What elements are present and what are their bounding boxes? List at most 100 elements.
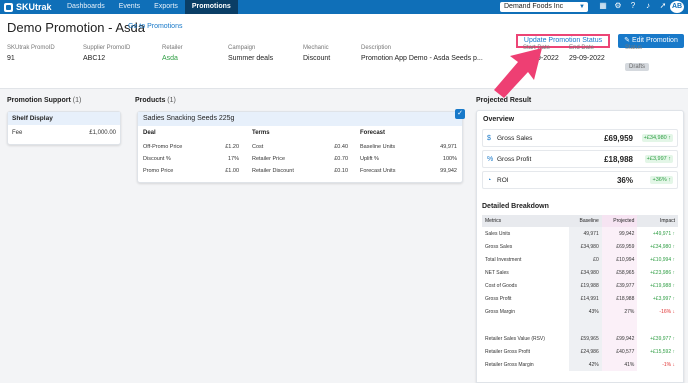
row-label: Uplift % xyxy=(360,156,379,162)
metric-cell: Retailer Gross Profit xyxy=(485,348,531,355)
nav-exports[interactable]: Exports xyxy=(147,0,185,14)
percent-icon: % xyxy=(487,155,494,163)
col-header-projected: Projected xyxy=(601,215,638,227)
row-label: Retailer Price xyxy=(252,156,286,162)
metric-cell: Sales Units xyxy=(485,230,511,237)
field-mechanic: Mechanic Discount xyxy=(303,45,330,62)
impact-value: +£34,980 xyxy=(650,243,672,250)
organisation-name: Demand Foods Inc xyxy=(504,3,564,10)
field-skutrak-promoid: SKUtrak PromoID 91 xyxy=(7,45,55,62)
bell-icon[interactable]: ♪ xyxy=(643,1,653,11)
impact-cell: +£34,980 ↑ xyxy=(637,240,678,253)
shelf-display-card[interactable]: Shelf Display Fee £1,000.00 xyxy=(7,111,121,145)
field-supplier-promoid: Supplier PromoID ABC12 xyxy=(83,45,130,62)
fee-label: Fee xyxy=(12,130,23,136)
field-end-date: End Date 29-09-2022 xyxy=(569,45,605,62)
arrow-up-icon: ↑ xyxy=(671,243,675,250)
row-value: £1.20 xyxy=(225,144,239,150)
field-value: Summer deals xyxy=(228,55,274,62)
nav-events[interactable]: Events xyxy=(112,0,147,14)
delta-value: +£34,980 xyxy=(643,135,667,141)
deal-row: Discount % 17% xyxy=(143,153,239,165)
table-row: Gross Profit £14,991 £18,988 +£3,997 ↑ xyxy=(482,292,678,305)
overview-value: £69,959 xyxy=(604,133,633,143)
settings-icon[interactable]: ⚙ xyxy=(613,1,623,11)
impact-cell xyxy=(637,318,678,332)
nav-dashboards[interactable]: Dashboards xyxy=(60,0,112,14)
field-label: SKUtrak PromoID xyxy=(7,45,55,51)
overview-delta-badge: +£34,980 ↑ xyxy=(641,134,673,142)
projected-cell: £39,977 xyxy=(601,279,638,292)
arrow-up-icon: ↑ xyxy=(671,348,675,355)
impact-value: +£23,986 xyxy=(650,269,672,276)
arrow-up-icon: ↑ xyxy=(668,177,671,183)
field-value: 91 xyxy=(7,55,15,62)
baseline-cell: £19,988 xyxy=(568,279,602,292)
organisation-select[interactable]: Demand Foods Inc ▼ xyxy=(500,2,588,12)
impact-cell: -16% ↓ xyxy=(637,305,678,318)
checkbox-checked-icon[interactable]: ✓ xyxy=(455,109,465,119)
table-row: Gross Sales £34,980 £69,959 +£34,980 ↑ xyxy=(482,240,678,253)
go-to-promotions-link[interactable]: Go to Promotions xyxy=(128,23,182,30)
grid-icon[interactable]: ▦ xyxy=(598,1,608,11)
terms-group: Terms Cost £0.40 Retailer Price £0.70 Reta… xyxy=(252,130,348,177)
product-card[interactable]: Sadies Snacking Seeds 225g ✓ Deal Off-Pr… xyxy=(137,109,465,183)
projected-cell: £69,959 xyxy=(601,240,638,253)
table-row: NET Sales £34,980 £58,965 +£23,986 ↑ xyxy=(482,266,678,279)
terms-row: Cost £0.40 xyxy=(252,141,348,153)
table-row: Retailer Sales Value (RSV) £59,965 £99,942… xyxy=(482,332,678,345)
row-value: 17% xyxy=(227,156,239,162)
arrow-up-icon: ↑ xyxy=(671,295,675,302)
baseline-cell xyxy=(568,318,602,332)
deal-heading: Deal xyxy=(143,130,156,136)
impact-cell: -1% ↓ xyxy=(637,358,678,371)
impact-cell: +£10,994 ↑ xyxy=(637,253,678,266)
row-label: Discount % xyxy=(143,156,171,162)
support-card-title: Shelf Display xyxy=(8,112,120,125)
overview-delta-badge: +36% ↑ xyxy=(650,176,673,184)
products-label: Products xyxy=(135,97,166,104)
col-header-metrics: Metrics xyxy=(482,215,569,227)
metric-cell: NET Sales xyxy=(485,269,509,276)
baseline-cell: £34,980 xyxy=(568,266,602,279)
field-label: Status xyxy=(625,45,643,51)
table-row: Retailer Gross Margin 42% 41% -1% ↓ xyxy=(482,358,678,371)
arrow-down-icon: ↓ xyxy=(671,361,675,368)
baseline-cell: 43% xyxy=(568,305,602,318)
impact-value: -16% xyxy=(659,308,672,315)
projected-result-title: Projected Result xyxy=(476,97,532,104)
promotion-support-count: (1) xyxy=(72,97,82,104)
product-name: Sadies Snacking Seeds 225g xyxy=(138,112,462,126)
table-header-row: Metrics Baseline Projected Impact xyxy=(482,215,678,227)
fee-row: Fee £1,000.00 xyxy=(8,125,120,141)
metric-cell: Cost of Goods xyxy=(485,282,517,289)
terms-row: Retailer Discount £0.10 xyxy=(252,165,348,177)
row-value: 99,942 xyxy=(440,168,457,174)
projected-cell: £58,965 xyxy=(601,266,638,279)
forecast-row: Uplift % 100% xyxy=(360,153,457,165)
impact-value: +£10,994 xyxy=(650,256,672,263)
nav-promotions[interactable]: Promotions xyxy=(184,0,238,14)
field-value: Discount xyxy=(303,55,331,62)
help-icon[interactable]: ? xyxy=(628,1,638,11)
projected-cell: £18,988 xyxy=(601,292,638,305)
projected-cell xyxy=(601,318,638,332)
promotion-header: Demo Promotion - Asda Go to Promotions U… xyxy=(0,14,688,89)
avatar[interactable]: AB xyxy=(670,1,684,13)
rocket-icon[interactable]: ➚ xyxy=(658,1,668,11)
arrow-up-icon: ↑ xyxy=(668,156,671,162)
row-label: Baseline Units xyxy=(360,144,396,150)
table-row: Total Investment £0 £10,994 +£10,994 ↑ xyxy=(482,253,678,266)
highlight-arrow-icon xyxy=(494,48,542,98)
row-value: £0.10 xyxy=(334,168,348,174)
row-label: Cost xyxy=(252,144,264,150)
impact-cell: +£23,986 ↑ xyxy=(637,266,678,279)
deal-row: Off-Promo Price £1.20 xyxy=(143,141,239,153)
arrow-up-icon: ↑ xyxy=(671,256,675,263)
logo[interactable]: SKUtrak xyxy=(0,2,60,12)
projected-cell: £40,577 xyxy=(601,345,638,358)
metric-cell: Total Investment xyxy=(485,256,522,263)
delta-value: +£3,997 xyxy=(646,156,667,162)
forecast-heading: Forecast xyxy=(360,130,386,136)
field-label: Supplier PromoID xyxy=(83,45,131,51)
